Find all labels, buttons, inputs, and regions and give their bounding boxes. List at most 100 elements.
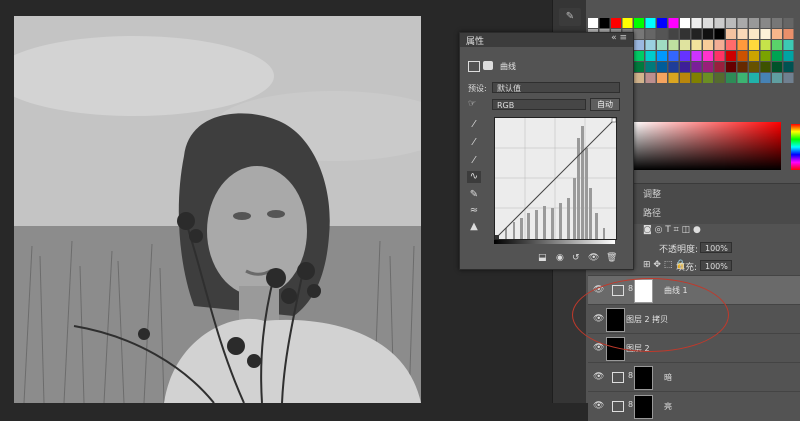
layer-row[interactable]: 👁 8 亮	[588, 391, 800, 421]
swatch[interactable]	[772, 51, 782, 61]
swatch[interactable]	[772, 73, 782, 83]
opacity-input[interactable]: 100%	[700, 242, 732, 253]
preset-select[interactable]: 默认值	[492, 82, 620, 93]
swatch[interactable]	[737, 40, 748, 50]
channel-select[interactable]: RGB	[492, 99, 586, 110]
swatch[interactable]	[760, 29, 771, 39]
swatch[interactable]	[634, 51, 644, 61]
layer-name[interactable]: 暗	[664, 372, 672, 383]
swatch[interactable]	[680, 29, 690, 39]
swatch[interactable]	[749, 18, 759, 28]
mask-icon[interactable]	[483, 61, 493, 70]
swatch[interactable]	[726, 73, 736, 83]
swatch[interactable]	[703, 62, 713, 72]
swatch[interactable]	[668, 51, 679, 61]
smooth-icon[interactable]: ≈	[467, 205, 481, 217]
swatch[interactable]	[645, 51, 656, 61]
swatch[interactable]	[714, 51, 725, 61]
swatch[interactable]	[772, 29, 782, 39]
fill-input[interactable]: 100%	[700, 260, 732, 271]
swatch[interactable]	[634, 29, 644, 39]
properties-titlebar[interactable]: 属性 « ≡	[460, 33, 633, 47]
swatch[interactable]	[680, 51, 690, 61]
swatch[interactable]	[645, 62, 656, 72]
swatch[interactable]	[749, 62, 759, 72]
swatch[interactable]	[657, 73, 667, 83]
swatch[interactable]	[783, 51, 794, 61]
clipping-warning-icon[interactable]: ▲	[467, 221, 481, 233]
swatch[interactable]	[691, 73, 702, 83]
swatch[interactable]	[726, 40, 736, 50]
swatch[interactable]	[668, 73, 679, 83]
swatch[interactable]	[714, 62, 725, 72]
swatch[interactable]	[668, 40, 679, 50]
trash-icon[interactable]: 🗑	[606, 253, 617, 263]
swatch[interactable]	[691, 51, 702, 61]
hue-slider[interactable]	[791, 124, 800, 170]
swatch[interactable]	[691, 62, 702, 72]
swatch[interactable]	[657, 40, 667, 50]
swatch[interactable]	[645, 40, 656, 50]
panel-menu-icon[interactable]: « ≡	[611, 33, 627, 43]
swatch[interactable]	[691, 40, 702, 50]
curves-graph[interactable]	[494, 117, 617, 240]
swatch[interactable]	[680, 62, 690, 72]
visibility-eye-icon[interactable]: 👁	[588, 253, 599, 263]
swatch[interactable]	[680, 73, 690, 83]
swatch[interactable]	[726, 18, 736, 28]
swatch[interactable]	[645, 73, 656, 83]
swatch[interactable]	[749, 51, 759, 61]
swatch[interactable]	[737, 62, 748, 72]
swatch[interactable]	[714, 40, 725, 50]
swatch[interactable]	[737, 51, 748, 61]
eyedropper-white-icon[interactable]: ⁄	[467, 155, 481, 167]
clip-to-layer-icon[interactable]: ⬓	[538, 253, 547, 263]
swatch[interactable]	[772, 40, 782, 50]
swatch[interactable]	[714, 73, 725, 83]
swatch[interactable]	[749, 29, 759, 39]
swatch[interactable]	[760, 62, 771, 72]
hand-target-icon[interactable]: ☞	[468, 99, 476, 109]
swatch[interactable]	[645, 29, 656, 39]
swatch[interactable]	[783, 40, 794, 50]
tab-adjustments[interactable]: 调整	[643, 187, 661, 200]
swatch[interactable]	[599, 18, 610, 28]
swatch[interactable]	[634, 18, 644, 28]
swatch[interactable]	[680, 18, 690, 28]
swatch[interactable]	[703, 18, 713, 28]
swatch[interactable]	[760, 73, 771, 83]
swatch[interactable]	[726, 51, 736, 61]
swatch[interactable]	[726, 62, 736, 72]
swatch[interactable]	[622, 18, 633, 28]
swatch[interactable]	[668, 62, 679, 72]
layer-filter-icons[interactable]: ◙ ◎ T ⌗ ◫ ●	[643, 225, 701, 235]
swatch[interactable]	[760, 51, 771, 61]
view-previous-icon[interactable]: ◉	[556, 253, 564, 263]
swatch[interactable]	[783, 73, 794, 83]
swatch[interactable]	[703, 29, 713, 39]
swatch[interactable]	[760, 18, 771, 28]
swatch[interactable]	[772, 18, 782, 28]
swatch[interactable]	[714, 18, 725, 28]
swatch[interactable]	[726, 29, 736, 39]
swatch[interactable]	[657, 18, 667, 28]
swatch[interactable]	[714, 29, 725, 39]
swatch[interactable]	[783, 29, 794, 39]
swatch[interactable]	[634, 73, 644, 83]
swatch[interactable]	[783, 62, 794, 72]
swatch[interactable]	[737, 29, 748, 39]
swatch[interactable]	[783, 18, 794, 28]
swatch[interactable]	[588, 18, 598, 28]
swatch[interactable]	[703, 51, 713, 61]
swatch[interactable]	[737, 73, 748, 83]
swatch[interactable]	[657, 62, 667, 72]
swatch[interactable]	[645, 18, 656, 28]
swatch[interactable]	[737, 18, 748, 28]
swatch[interactable]	[634, 62, 644, 72]
layer-mask-thumbnail[interactable]	[634, 366, 653, 390]
layer-row[interactable]: 👁 8 暗	[588, 362, 800, 392]
swatch[interactable]	[749, 73, 759, 83]
swatch[interactable]	[680, 40, 690, 50]
pencil-icon[interactable]: ✎	[467, 189, 481, 201]
swatch[interactable]	[760, 40, 771, 50]
